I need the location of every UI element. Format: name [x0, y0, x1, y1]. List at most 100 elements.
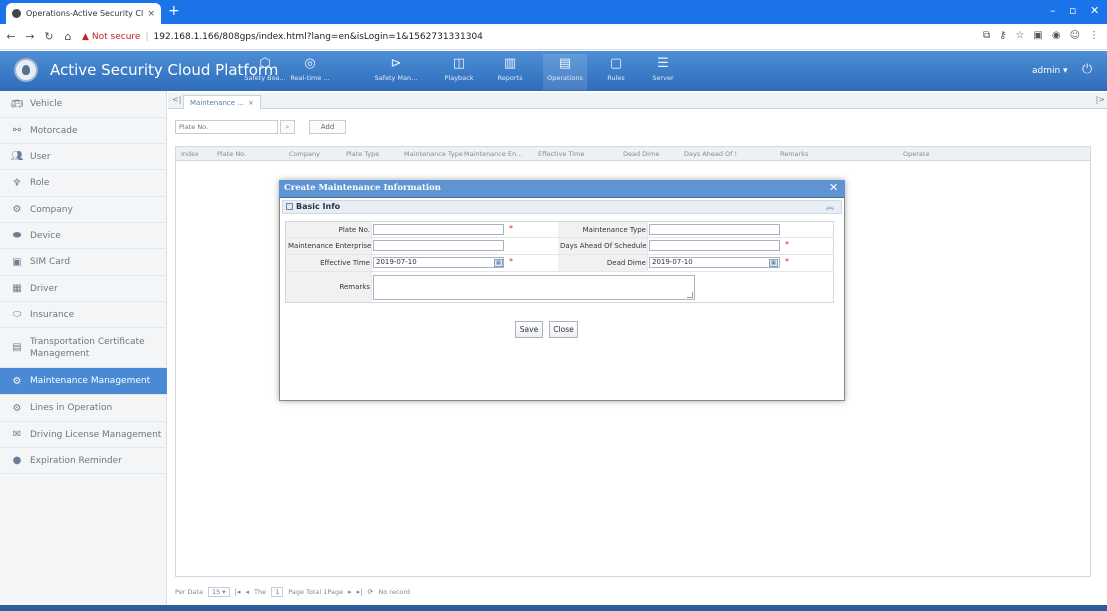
column-header-days-ahead[interactable]: Days Ahead Of !	[684, 150, 737, 158]
close-button[interactable]: Close	[549, 321, 578, 338]
sidebar-item-expiration-reminder[interactable]: ● Expiration Reminder	[0, 448, 167, 474]
days-ahead-input[interactable]	[649, 240, 780, 251]
plate-no-input[interactable]	[373, 224, 504, 235]
logout-power-icon[interactable]: ⏻	[1082, 62, 1092, 77]
next-page-icon[interactable]: ▸	[348, 588, 352, 596]
required-mark: *	[509, 224, 513, 233]
page-total-text: Page Total 1Page	[288, 588, 344, 596]
tab-scroll-left-icon[interactable]: <|	[172, 95, 181, 104]
sidebar-item-lines-in-operation[interactable]: ⚙ Lines in Operation	[0, 395, 167, 422]
operations-icon: ▤	[558, 56, 572, 71]
playback-icon: ◫	[452, 56, 466, 71]
nav-safety-board[interactable]: ⬡ Safety Boa...	[243, 54, 287, 90]
maintenance-enterprise-input[interactable]	[373, 240, 504, 251]
prev-page-icon[interactable]: ◂	[245, 588, 249, 596]
required-mark: *	[785, 240, 789, 249]
refresh-icon[interactable]: ⟳	[368, 588, 374, 596]
window-close-icon[interactable]: ✕	[1090, 4, 1099, 17]
home-icon[interactable]: ⌂	[60, 30, 76, 43]
nav-rules[interactable]: ▢ Rules	[594, 54, 638, 90]
back-icon[interactable]: ←	[3, 30, 19, 43]
effective-time-label: Effective Time	[320, 259, 370, 267]
column-header-operate[interactable]: Operate	[903, 150, 929, 158]
sidebar-item-role[interactable]: ♆ Role	[0, 170, 167, 197]
user-menu[interactable]: admin ▾	[1032, 66, 1068, 76]
effective-time-input[interactable]: 2019-07-10	[373, 257, 504, 268]
content-tab-bar: <| |>	[168, 93, 1107, 109]
play-shield-icon: ⊳	[390, 56, 402, 71]
profile-icon[interactable]: ☺	[1070, 30, 1080, 41]
per-data-select[interactable]: 15 ▾	[207, 587, 230, 597]
nav-server[interactable]: ☰ Server	[641, 54, 685, 90]
browser-tab[interactable]: Operations-Active Security Cl ×	[6, 3, 161, 24]
dialog-close-icon[interactable]: ✕	[829, 181, 838, 194]
tab-close-icon[interactable]: ×	[248, 99, 254, 107]
basic-info-title: Basic Info	[286, 202, 340, 211]
collapse-chevron-icon[interactable]: ︽	[826, 201, 834, 212]
bookmark-star-icon[interactable]: ☆	[1015, 30, 1024, 41]
sidebar-item-sim-card[interactable]: ▣ SIM Card	[0, 249, 167, 276]
tab-maintenance[interactable]: Maintenance ... ×	[183, 95, 261, 109]
last-page-icon[interactable]: ▸|	[357, 588, 363, 596]
key-icon[interactable]: ⚷	[999, 30, 1006, 41]
form-row-divider	[285, 254, 834, 255]
sidebar-item-user[interactable]: 👥︎ User	[0, 144, 167, 170]
new-tab-button[interactable]: +	[168, 3, 180, 19]
minimize-icon[interactable]: –	[1050, 4, 1056, 17]
nav-real-time[interactable]: ◎ Real-time ...	[288, 54, 332, 90]
omnibox[interactable]: ▲ Not secure | 192.168.1.166/808gps/inde…	[82, 32, 483, 42]
menu-kebab-icon[interactable]: ⋮	[1089, 30, 1099, 41]
license-icon: ✉	[12, 429, 22, 440]
search-icon[interactable]: ⌕	[280, 120, 295, 134]
not-secure-label: Not secure	[91, 31, 141, 42]
column-header-plate-no[interactable]: Plate No.	[217, 150, 246, 158]
column-header-maintenance-type[interactable]: Maintenance Type	[404, 150, 463, 158]
sidebar-item-insurance[interactable]: ⬭ Insurance	[0, 302, 167, 328]
platform-logo-icon	[14, 58, 38, 82]
nav-safety-management[interactable]: ⊳ Safety Man...	[374, 54, 418, 90]
calendar-icon[interactable]: ▦	[769, 259, 778, 267]
calendar-icon[interactable]: ▦	[494, 259, 503, 267]
page-number-input[interactable]: 1	[271, 587, 284, 597]
tab-close-icon[interactable]: ×	[147, 9, 155, 19]
required-mark: *	[509, 257, 513, 266]
forward-icon[interactable]: →	[22, 30, 38, 43]
first-page-icon[interactable]: |◂	[235, 588, 241, 596]
column-header-dead-dime[interactable]: Dead Dime	[623, 150, 659, 158]
column-header-company[interactable]: Company	[289, 150, 320, 158]
sidebar-item-transportation-certificate[interactable]: ▤ Transportation Certificate Management	[0, 328, 167, 368]
sidebar-item-driver[interactable]: ▦ Driver	[0, 276, 167, 302]
pagination-bar: Per Data 15 ▾ |◂ ◂ The 1 Page Total 1Pag…	[175, 585, 410, 599]
chrome-extension-icon[interactable]: ◉	[1052, 30, 1061, 41]
sidebar-item-vehicle[interactable]: 🚌︎ Vehicle	[0, 91, 167, 118]
sidebar-item-device[interactable]: ⬬ Device	[0, 223, 167, 249]
basic-info-section-header[interactable]	[282, 200, 842, 214]
remarks-textarea[interactable]	[373, 275, 695, 300]
column-header-remarks[interactable]: Remarks	[780, 150, 808, 158]
plate-search-input[interactable]	[175, 120, 278, 134]
column-header-plate-type[interactable]: Plate Type	[346, 150, 379, 158]
maximize-icon[interactable]: ▫	[1069, 4, 1076, 17]
nav-reports[interactable]: ▥ Reports	[488, 54, 532, 90]
sidebar-item-company[interactable]: ⚙ Company	[0, 197, 167, 223]
sidebar-item-motorcade[interactable]: ⚯ Motorcade	[0, 118, 167, 144]
required-mark: *	[785, 257, 789, 266]
reload-icon[interactable]: ↻	[41, 30, 57, 43]
sidebar-item-maintenance-management[interactable]: ⚙ Maintenance Management	[0, 368, 167, 395]
extension-icon[interactable]: ▣	[1033, 30, 1042, 41]
sidebar-item-driving-license[interactable]: ✉ Driving License Management	[0, 422, 167, 448]
column-header-index[interactable]: Index	[181, 150, 199, 158]
add-button[interactable]: Add	[309, 120, 346, 134]
omnibox-divider: |	[145, 31, 149, 42]
nav-playback[interactable]: ◫ Playback	[437, 54, 481, 90]
tab-scroll-right-icon[interactable]: |>	[1096, 95, 1105, 104]
nav-operations[interactable]: ▤ Operations	[543, 54, 587, 90]
column-header-maintenance-enterprise[interactable]: Maintenance En...	[464, 150, 522, 158]
no-record-text: No record	[378, 588, 411, 596]
translate-icon[interactable]: ⧉	[983, 30, 990, 41]
dead-dime-input[interactable]: 2019-07-10	[649, 257, 780, 268]
save-button[interactable]: Save	[515, 321, 543, 338]
column-header-effective-time[interactable]: Effective Time	[538, 150, 584, 158]
reminder-icon: ●	[12, 455, 22, 466]
maintenance-type-input[interactable]	[649, 224, 780, 235]
